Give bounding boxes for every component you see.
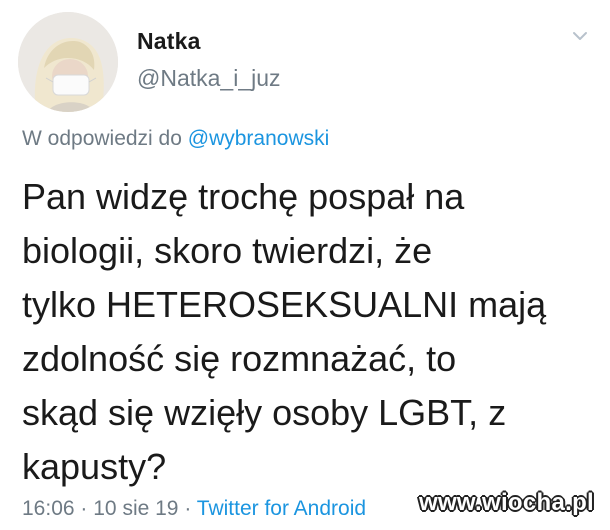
user-handle[interactable]: @Natka_i_juz [137,65,281,92]
chevron-down-icon[interactable] [572,30,588,42]
tweet-card: Natka @Natka_i_juz W odpowiedzi do @wybr… [0,0,610,530]
tweet-source-link[interactable]: Twitter for Android [197,497,366,520]
tweet-meta: 16:06 · 10 sie 19 · Twitter for Android [22,497,366,521]
tweet-line: kapusty? [22,446,167,487]
avatar-photo [18,12,118,112]
site-watermark: www.wiocha.pl [419,489,595,516]
tweet-line: Pan widzę trochę pospał na [22,176,465,217]
tweet-line: skąd się wzięły osoby LGBT, z [22,392,507,433]
tweet-date[interactable]: 10 sie 19 [93,497,178,520]
reply-prefix: W odpowiedzi do [22,127,182,150]
tweet-line: zdolność się rozmnażać, to [22,338,457,379]
tweet-time[interactable]: 16:06 [22,497,75,520]
reply-mention-link[interactable]: @wybranowski [188,127,330,150]
author-block: Natka @Natka_i_juz [137,28,281,92]
avatar[interactable] [18,12,118,112]
tweet-line: tylko HETEROSEKSUALNI mają [22,284,547,325]
meta-separator: · [80,497,88,520]
tweet-line: biologii, skoro twierdzi, że [22,230,433,271]
reply-context: W odpowiedzi do @wybranowski [22,127,329,151]
display-name[interactable]: Natka [137,28,281,55]
tweet-text: Pan widzę trochę pospał na biologii, sko… [22,170,597,494]
meta-separator: · [184,497,192,520]
